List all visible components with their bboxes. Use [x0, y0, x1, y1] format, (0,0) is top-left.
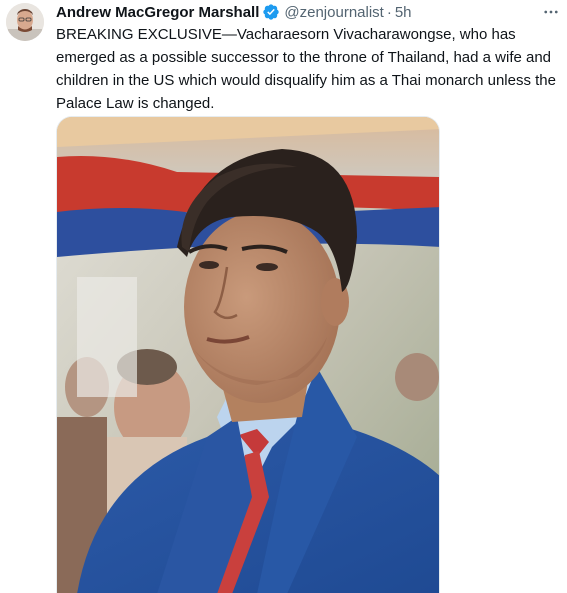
more-horizontal-icon[interactable] — [541, 2, 561, 22]
verified-badge-icon — [262, 3, 280, 21]
handle[interactable]: @zenjournalist — [284, 4, 383, 21]
separator-dot: · — [386, 3, 392, 21]
tweet-photo[interactable] — [56, 116, 440, 593]
display-name[interactable]: Andrew MacGregor Marshall — [56, 4, 259, 21]
tweet[interactable]: Andrew MacGregor Marshall @zenjournalist… — [0, 0, 567, 593]
tweet-header: Andrew MacGregor Marshall @zenjournalist… — [56, 2, 527, 22]
avatar[interactable] — [6, 3, 44, 41]
timestamp[interactable]: 5h — [395, 4, 412, 21]
tweet-text: BREAKING EXCLUSIVE—Vacharaesorn Vivachar… — [56, 26, 556, 112]
